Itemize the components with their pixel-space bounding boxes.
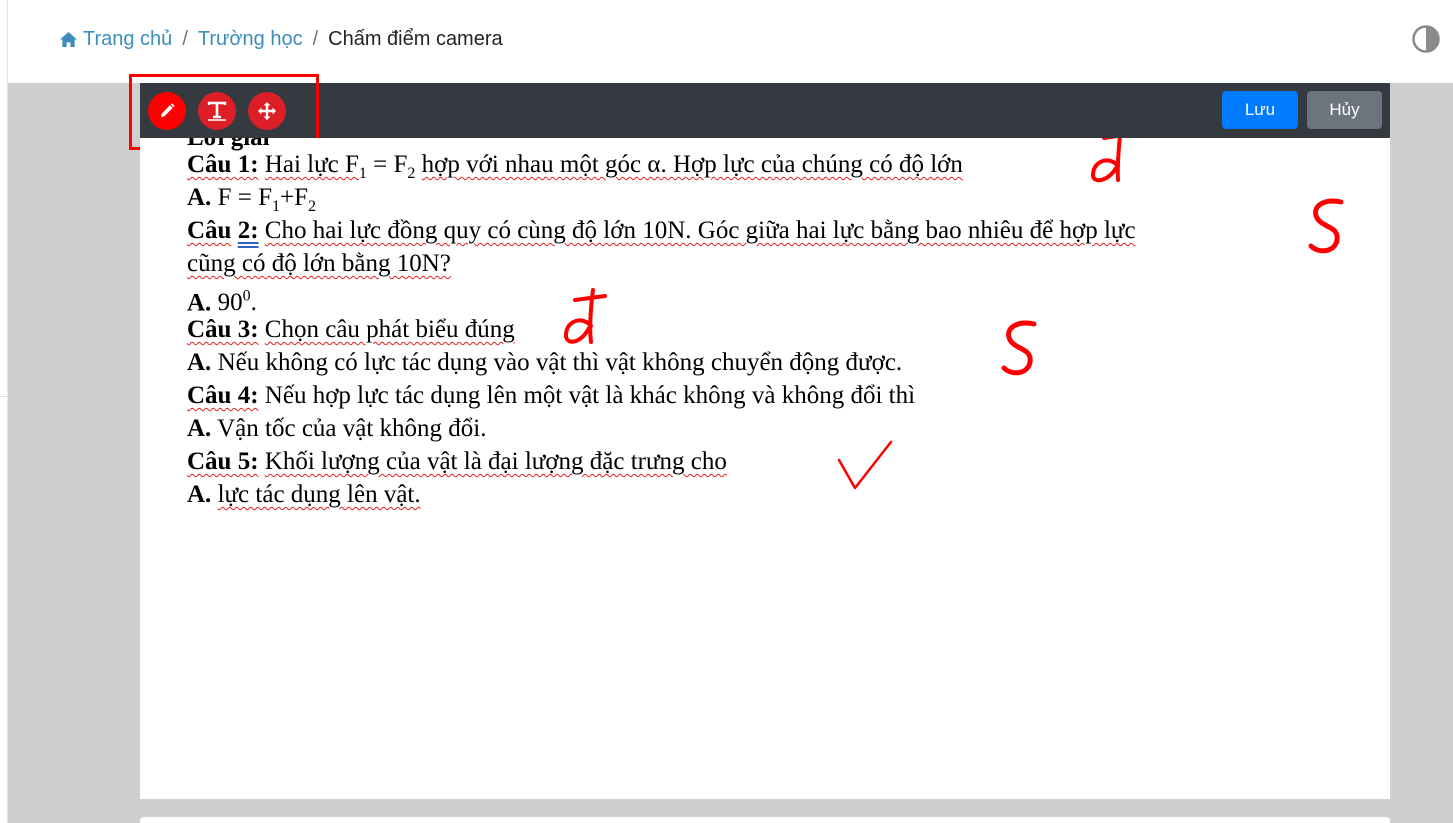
pencil-tool-button[interactable] — [148, 92, 186, 130]
text-tool-icon — [207, 101, 227, 121]
a5-label: A. — [187, 481, 212, 508]
mark-wrong-q2 — [1308, 198, 1344, 254]
answer-3: A. Nếu không có lực tác dụng vào vật thì… — [187, 346, 902, 379]
mark-correct-q1 — [1091, 138, 1122, 183]
mark-wrong-a3 — [1001, 320, 1037, 376]
mark-correct-q3 — [564, 288, 607, 344]
q1-text: Hai lực F1 = F2 hợp với nhau một góc α. … — [264, 151, 963, 182]
answer-4: A. Vận tốc của vật không đổi. — [187, 412, 487, 445]
q2-text: Cho hai lực đồng quy có cùng độ lớn 10N.… — [264, 217, 1136, 244]
question-2-continued: cũng có độ lớn bằng 10N? — [187, 247, 451, 280]
bottom-panel — [140, 817, 1390, 823]
q2-label: Câu — [187, 217, 232, 244]
move-arrows-icon — [258, 102, 276, 120]
breadcrumb-school-link[interactable]: Trường học — [198, 27, 303, 51]
breadcrumb-current: Chấm điểm camera — [328, 28, 503, 50]
rail-divider — [0, 396, 8, 397]
cancel-button[interactable]: Hủy — [1307, 91, 1382, 129]
move-tool-button[interactable] — [248, 92, 286, 130]
mark-check-q5 — [837, 440, 893, 490]
a5-text: lực tác dụng lên vật. — [217, 481, 421, 508]
breadcrumb-separator: / — [182, 28, 188, 50]
a4-label: A. — [187, 415, 212, 442]
a1-text: F = F1+F2 — [217, 184, 316, 215]
a1-label: A. — [187, 184, 212, 211]
editor-toolbar: Lưu Hủy — [129, 74, 1390, 150]
q3-label: Câu 3: — [187, 316, 259, 343]
question-2: Câu 2: Cho hai lực đồng quy có cùng độ l… — [187, 214, 1136, 247]
left-rail — [0, 0, 8, 823]
q3-text: Chọn câu phát biểu đúng — [264, 316, 515, 343]
breadcrumb-home-link[interactable]: Trang chủ — [59, 27, 172, 51]
question-3: Câu 3: Chọn câu phát biểu đúng — [187, 313, 515, 346]
answer-5: A. lực tác dụng lên vật. — [187, 478, 421, 511]
answer-1: A. F = F1+F2 — [187, 181, 316, 215]
pencil-icon — [161, 103, 175, 117]
save-button[interactable]: Lưu — [1222, 91, 1298, 129]
q2-number: 2: — [237, 217, 259, 244]
question-5: Câu 5: Khối lượng của vật là đại lượng đ… — [187, 445, 727, 478]
q5-text: Khối lượng của vật là đại lượng đặc trưn… — [264, 448, 727, 475]
q4-text: Nếu hợp lực tác dụng lên một vật là khác… — [264, 382, 916, 409]
breadcrumb: Trang chủ / Trường học / Chấm điểm camer… — [59, 27, 503, 51]
grading-workspace: Lưu Hủy Lời giải Câu 1: Hai lực F1 = F2 … — [8, 74, 1453, 823]
question-1: Câu 1: Hai lực F1 = F2 hợp với nhau một … — [187, 148, 963, 182]
grading-canvas[interactable]: Lời giải Câu 1: Hai lực F1 = F2 hợp với … — [140, 138, 1390, 799]
page-header: Trang chủ / Trường học / Chấm điểm camer… — [8, 0, 1453, 83]
breadcrumb-home-label: Trang chủ — [83, 28, 173, 50]
q4-label: Câu 4: — [187, 382, 259, 409]
a4-text: Vận tốc của vật không đổi. — [217, 415, 487, 442]
text-tool-button[interactable] — [198, 92, 236, 130]
a3-label: A. — [187, 349, 212, 376]
a3-text: Nếu không có lực tác dụng vào vật thì vậ… — [217, 349, 903, 376]
breadcrumb-separator: / — [312, 28, 319, 50]
question-4: Câu 4: Nếu hợp lực tác dụng lên một vật … — [187, 379, 915, 412]
home-icon — [60, 31, 77, 47]
q1-label: Câu 1: — [187, 151, 259, 178]
answer-2: A. 900. — [187, 280, 257, 316]
q2-cont-text: cũng có độ lớn bằng 10N? — [187, 250, 451, 277]
q5-label: Câu 5: — [187, 448, 259, 475]
contrast-half-circle-icon[interactable] — [1411, 24, 1441, 54]
